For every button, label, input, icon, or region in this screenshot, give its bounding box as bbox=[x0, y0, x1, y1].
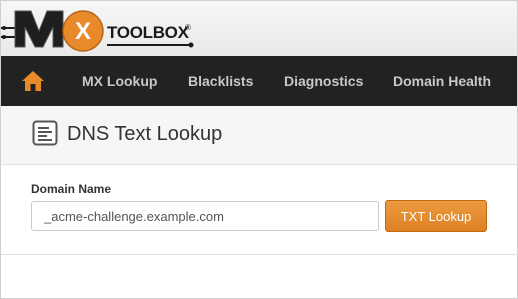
txt-lookup-button[interactable]: TXT Lookup bbox=[385, 200, 487, 232]
site-header: X TOOLBOX ® bbox=[1, 1, 517, 56]
app-frame: X TOOLBOX ® MX Lookup Blacklists Diagnos… bbox=[0, 0, 518, 299]
page-header: DNS Text Lookup bbox=[1, 106, 517, 165]
nav-item-blacklists[interactable]: Blacklists bbox=[188, 56, 253, 106]
logo-wordmark: TOOLBOX bbox=[107, 23, 189, 42]
registered-mark: ® bbox=[185, 23, 191, 32]
nav-home-button[interactable] bbox=[15, 66, 51, 96]
mxtoolbox-logo[interactable]: X TOOLBOX ® bbox=[1, 1, 201, 56]
section-divider bbox=[1, 254, 517, 255]
domain-name-input[interactable] bbox=[31, 201, 379, 231]
nav-item-mx-lookup[interactable]: MX Lookup bbox=[82, 56, 157, 106]
nav-item-domain-health[interactable]: Domain Health bbox=[393, 56, 491, 106]
nav-item-diagnostics[interactable]: Diagnostics bbox=[284, 56, 363, 106]
svg-text:X: X bbox=[75, 18, 91, 45]
home-icon bbox=[22, 71, 44, 91]
domain-name-label: Domain Name bbox=[31, 182, 112, 196]
page-title: DNS Text Lookup bbox=[67, 123, 223, 145]
document-icon bbox=[32, 120, 58, 146]
main-nav: MX Lookup Blacklists Diagnostics Domain … bbox=[1, 56, 517, 106]
